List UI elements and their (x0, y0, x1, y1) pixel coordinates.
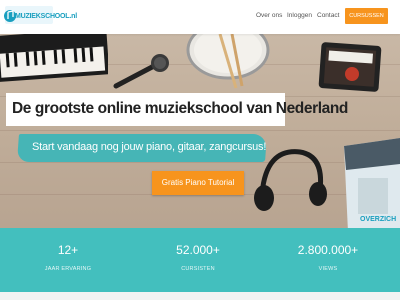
stat-views-label: VIEWS (318, 266, 338, 272)
stat-students-value: 52.000+ (176, 243, 220, 257)
stat-years-label: JAAR ERVARING (44, 266, 92, 272)
hero-section: OVERZICH De grootste online muziekschool… (0, 34, 400, 228)
free-piano-tutorial-button[interactable]: Gratis Piano Tutorial (152, 171, 244, 195)
nav-over-ons[interactable]: Over ons (256, 12, 282, 19)
courses-button[interactable]: CURSUSSEN (345, 8, 388, 24)
book-label: OVERZICH (360, 216, 397, 223)
drum-image (186, 34, 270, 89)
keyboard-image (0, 34, 108, 82)
microphone-image (113, 54, 169, 89)
stat-students-label: CURSISTEN (181, 266, 215, 272)
logo-text: MUZIEKSCHOOL.nl (15, 13, 77, 20)
book-image (344, 138, 400, 228)
stats-section: 12+ JAAR ERVARING 52.000+ CURSISTEN 2.80… (0, 228, 400, 292)
site-header: MUZIEKSCHOOL.nl Over ons Inloggen Contac… (0, 0, 400, 34)
tablet-image (318, 42, 382, 92)
stat-views-value: 2.800.000+ (297, 243, 359, 257)
nav-inloggen[interactable]: Inloggen (287, 12, 312, 19)
stat-years-value: 12+ (57, 243, 79, 257)
hero-title: De grootste online muziekschool van Nede… (12, 100, 348, 117)
bottom-strip (0, 292, 400, 300)
nav-contact[interactable]: Contact (317, 12, 339, 19)
logo[interactable]: MUZIEKSCHOOL.nl (2, 3, 77, 29)
hero-subtitle: Start vandaag nog jouw piano, gitaar, za… (32, 141, 267, 153)
